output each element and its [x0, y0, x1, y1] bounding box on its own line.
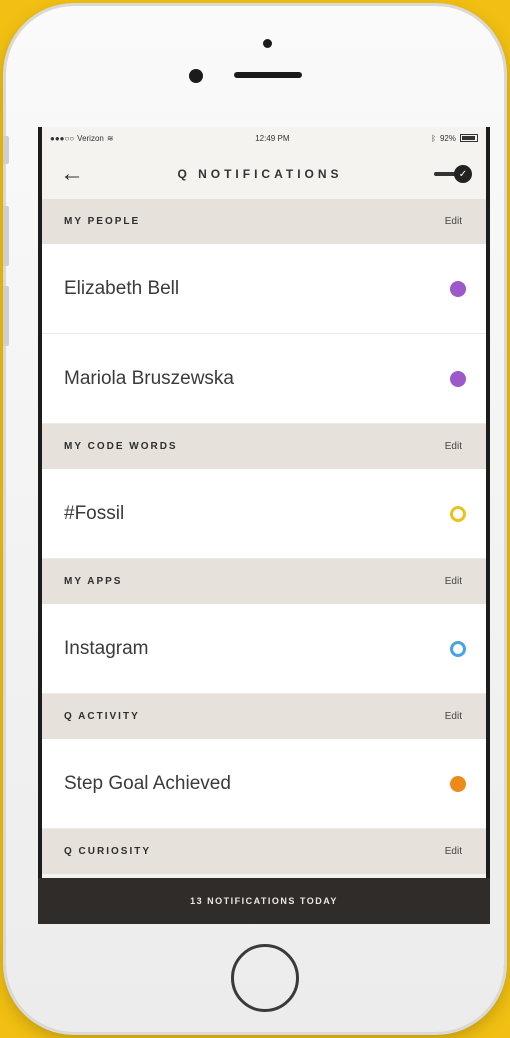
- yellow-ring-indicator: [450, 505, 466, 522]
- app-display: ●●●○○ Verizon ≋ 12:49 PM ᛒ 92% ← Q NOTIF…: [42, 127, 486, 924]
- section-header-my-code-words: MY CODE WORDS Edit: [42, 424, 486, 469]
- list-item[interactable]: Elizabeth Bell: [42, 244, 486, 334]
- edit-button[interactable]: Edit: [445, 441, 462, 452]
- section-header-q-curiosity: Q CURIOSITY Edit: [42, 829, 486, 874]
- carrier-label: Verizon: [77, 133, 104, 143]
- screen: ●●●○○ Verizon ≋ 12:49 PM ᛒ 92% ← Q NOTIF…: [38, 127, 490, 924]
- toggle-check-icon: ✓: [453, 165, 472, 183]
- list-item-label: Mariola Bruszewska: [64, 367, 234, 389]
- section-title: MY CODE WORDS: [64, 441, 178, 452]
- edit-button[interactable]: Edit: [445, 846, 462, 857]
- bluetooth-icon: ᛒ: [431, 133, 436, 143]
- list-item-label: #Fossil: [64, 502, 125, 524]
- mute-switch: [3, 136, 9, 164]
- volume-up-button: [3, 206, 9, 266]
- volume-down-button: [3, 286, 9, 346]
- list-item-label: Step Goal Achieved: [64, 772, 231, 794]
- notification-toggle-icon[interactable]: ✓: [430, 165, 472, 183]
- purple-indicator-dot: [450, 280, 466, 297]
- page-title: Q NOTIFICATIONS: [177, 167, 343, 181]
- status-time: 12:49 PM: [255, 133, 290, 143]
- list-item[interactable]: Instagram: [42, 604, 486, 694]
- section-header-q-activity: Q ACTIVITY Edit: [42, 694, 486, 739]
- phone-frame: ●●●○○ Verizon ≋ 12:49 PM ᛒ 92% ← Q NOTIF…: [3, 6, 504, 1032]
- section-title: MY APPS: [64, 576, 123, 587]
- status-right: ᛒ 92%: [431, 134, 478, 143]
- edit-button[interactable]: Edit: [445, 711, 462, 722]
- battery-percent: 92%: [439, 133, 456, 143]
- list-item[interactable]: #Fossil: [42, 469, 486, 559]
- notifications-count-bar[interactable]: 13 NOTIFICATIONS TODAY: [38, 878, 490, 924]
- section-title: Q CURIOSITY: [64, 846, 152, 857]
- edit-button[interactable]: Edit: [445, 216, 462, 227]
- wifi-icon: ≋: [106, 133, 114, 143]
- list-item-label: Instagram: [64, 637, 149, 659]
- section-header-my-people: MY PEOPLE Edit: [42, 199, 486, 244]
- status-left: ●●●○○ Verizon ≋: [50, 134, 114, 143]
- orange-indicator-dot: [450, 775, 466, 792]
- list-item-label: Elizabeth Bell: [64, 277, 180, 299]
- toggle-track: [433, 172, 456, 176]
- list-item[interactable]: Mariola Bruszewska: [42, 334, 486, 424]
- nav-bar: ← Q NOTIFICATIONS ✓: [42, 149, 486, 199]
- purple-indicator-dot: [450, 370, 466, 387]
- front-camera: [189, 69, 203, 83]
- section-header-my-apps: MY APPS Edit: [42, 559, 486, 604]
- home-button[interactable]: [231, 944, 299, 1012]
- section-title: Q ACTIVITY: [64, 711, 140, 722]
- notifications-count-label: 13 NOTIFICATIONS TODAY: [190, 896, 338, 906]
- back-arrow-icon[interactable]: ←: [60, 160, 90, 188]
- list-item[interactable]: Step Goal Achieved: [42, 739, 486, 829]
- battery-icon: [459, 134, 478, 142]
- signal-icon: ●●●○○: [50, 133, 75, 143]
- sensor-dot: [263, 39, 272, 48]
- edit-button[interactable]: Edit: [445, 576, 462, 587]
- status-bar: ●●●○○ Verizon ≋ 12:49 PM ᛒ 92%: [42, 127, 486, 149]
- blue-ring-indicator: [450, 640, 466, 657]
- section-title: MY PEOPLE: [64, 216, 141, 227]
- earpiece-speaker: [234, 72, 302, 78]
